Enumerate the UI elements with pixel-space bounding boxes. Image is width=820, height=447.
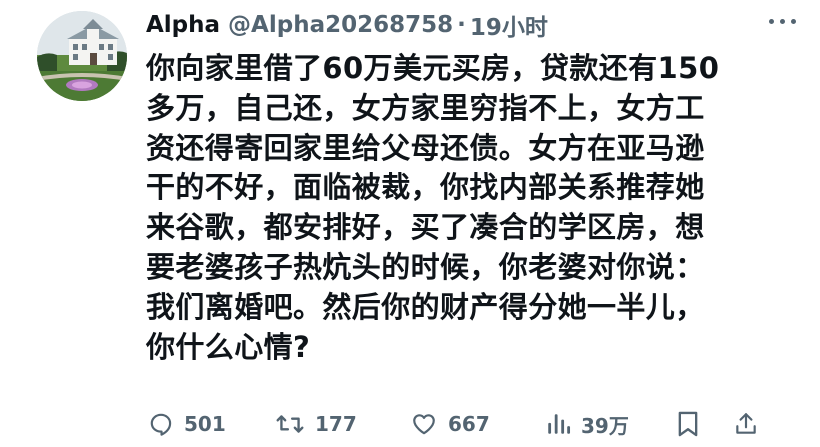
bookmark-icon bbox=[678, 411, 698, 437]
action-bar: 501 177 667 39万 bbox=[148, 405, 760, 443]
like-count: 667 bbox=[448, 412, 490, 436]
bar-chart-icon bbox=[548, 414, 571, 434]
tweet-text-line: 你向家里借了60万美元买房，贷款还有150 bbox=[146, 51, 720, 85]
views-button[interactable]: 39万 bbox=[545, 405, 629, 443]
tweet-text-line: 资还得寄回家里给父母还债。女方在亚马逊 bbox=[146, 130, 705, 165]
tweet-text-line: 你什么心情? bbox=[146, 329, 311, 364]
retweet-count: 177 bbox=[315, 412, 357, 436]
tweet-header: Alpha @Alpha20268758 · 19小时 bbox=[146, 8, 800, 42]
views-count: 39万 bbox=[581, 413, 629, 438]
tweet-text-line: 来谷歌，都安排好，买了凑合的学区房，想 bbox=[146, 210, 705, 245]
reply-button[interactable]: 501 bbox=[148, 405, 226, 443]
separator-dot: · bbox=[457, 12, 466, 38]
more-horizontal-icon bbox=[769, 19, 774, 24]
more-options-button[interactable] bbox=[765, 11, 800, 32]
author-handle[interactable]: @Alpha20268758 bbox=[228, 12, 453, 38]
bookmark-button[interactable] bbox=[676, 405, 700, 443]
like-button[interactable]: 667 bbox=[410, 405, 490, 443]
avatar[interactable] bbox=[37, 11, 127, 101]
reply-count: 501 bbox=[184, 412, 226, 436]
share-button[interactable] bbox=[733, 405, 759, 443]
tweet-text: 你向家里借了60万美元买房，贷款还有150 多万，自己还，女方家里穷指不上，女方… bbox=[146, 49, 766, 367]
share-icon bbox=[736, 413, 756, 434]
tweet-text-line: 多万，自己还，女方家里穷指不上，女方工 bbox=[146, 90, 705, 125]
retweet-button[interactable]: 177 bbox=[275, 405, 357, 443]
tweet-text-line: 干的不好，面临被裁，你找内部关系推荐她 bbox=[146, 170, 705, 205]
house-photo-avatar bbox=[37, 11, 127, 101]
tweet-text-line: 我们离婚吧。然后你的财产得分她一半儿， bbox=[146, 289, 705, 324]
retweet-icon bbox=[276, 415, 304, 433]
heart-icon bbox=[413, 414, 435, 435]
reply-icon bbox=[150, 413, 172, 436]
tweet-text-line: 要老婆孩子热炕头的时候，你老婆对你说： bbox=[146, 249, 705, 284]
author-name[interactable]: Alpha bbox=[146, 12, 220, 38]
timestamp[interactable]: 19小时 bbox=[470, 8, 548, 42]
